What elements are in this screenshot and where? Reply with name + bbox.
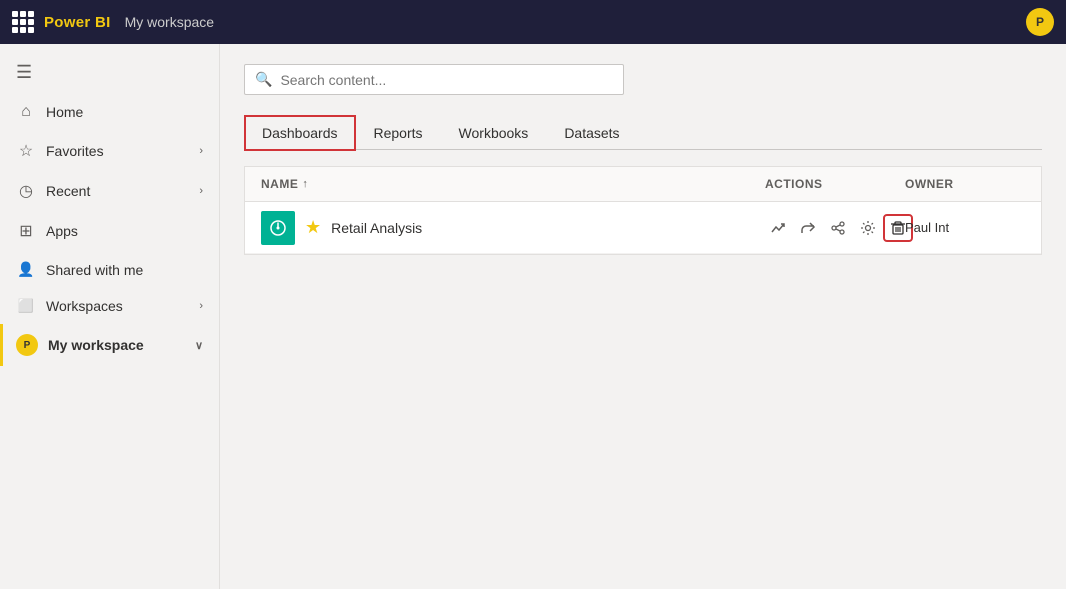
favorite-star[interactable]: ★ [305,217,321,238]
search-icon: 🔍 [255,71,272,88]
analyze-button[interactable] [765,216,791,240]
sidebar-label-my-workspace: My workspace [48,337,144,353]
share2-button[interactable] [825,216,851,240]
sidebar-item-recent[interactable]: ◷ Recent › [0,171,219,211]
sidebar-item-shared[interactable]: 👤 Shared with me [0,251,219,288]
sidebar-label-favorites: Favorites [46,143,104,159]
workspaces-icon: ⬜ [16,298,36,314]
share-button[interactable] [795,216,821,240]
brand-logo: Power BI [44,14,111,31]
sort-asc-icon: ↑ [302,178,308,190]
my-workspace-chevron: ∨ [195,339,203,352]
tabs-bar: Dashboards Reports Workbooks Datasets [244,113,1042,149]
sidebar-toggle[interactable]: ☰ [0,52,219,93]
table-row: ★ Retail Analysis [245,202,1041,254]
brand-power: Power [44,14,95,31]
sidebar-item-workspaces[interactable]: ⬜ Workspaces › [0,288,219,324]
tabs-divider [244,149,1042,150]
col-header-name: NAME ↑ [261,177,765,191]
tab-reports[interactable]: Reports [356,115,441,149]
home-icon: ⌂ [16,103,36,121]
shared-icon: 👤 [16,261,36,278]
content-area: 🔍 Dashboards Reports Workbooks Datasets [220,44,1066,589]
workspace-label: My workspace [125,14,214,30]
row-actions [765,216,905,240]
row-name-col: ★ Retail Analysis [261,211,765,245]
waffle-menu[interactable] [12,11,34,33]
sidebar-label-shared: Shared with me [46,262,143,278]
sidebar-item-apps[interactable]: ⊞ Apps [0,211,219,251]
recent-icon: ◷ [16,181,36,201]
workspaces-chevron: › [199,300,203,312]
sidebar-label-workspaces: Workspaces [46,298,123,314]
topbar: Power BI My workspace P [0,0,1066,44]
favorites-chevron: › [199,145,203,157]
tabs-wrapper: Dashboards Reports Workbooks Datasets [244,113,1042,150]
sidebar-item-favorites[interactable]: ☆ Favorites › [0,131,219,171]
search-input[interactable] [280,72,613,88]
col-header-actions: ACTIONS [765,177,905,191]
favorites-icon: ☆ [16,141,36,161]
sidebar-label-home: Home [46,104,83,120]
my-workspace-avatar: P [16,334,38,356]
sidebar-label-apps: Apps [46,223,78,239]
user-avatar[interactable]: P [1026,8,1054,36]
tab-datasets[interactable]: Datasets [546,115,637,149]
dashboard-icon [261,211,295,245]
search-bar[interactable]: 🔍 [244,64,624,95]
tab-workbooks[interactable]: Workbooks [441,115,547,149]
sidebar-item-home[interactable]: ⌂ Home [0,93,219,131]
data-table: NAME ↑ ACTIONS OWNER [244,166,1042,255]
row-item-name: Retail Analysis [331,220,422,236]
sidebar: ☰ ⌂ Home ☆ Favorites › ◷ Recent › ⊞ Apps… [0,44,220,589]
col-header-owner: OWNER [905,177,1025,191]
settings-button[interactable] [855,216,881,240]
recent-chevron: › [199,185,203,197]
tab-dashboards[interactable]: Dashboards [244,115,356,151]
brand-bi: BI [95,14,111,31]
sidebar-label-recent: Recent [46,183,90,199]
table-header: NAME ↑ ACTIONS OWNER [245,167,1041,202]
main-layout: ☰ ⌂ Home ☆ Favorites › ◷ Recent › ⊞ Apps… [0,44,1066,589]
row-owner: Paul Int [905,220,1025,235]
apps-icon: ⊞ [16,221,36,241]
sidebar-item-my-workspace[interactable]: P My workspace ∨ [0,324,219,366]
